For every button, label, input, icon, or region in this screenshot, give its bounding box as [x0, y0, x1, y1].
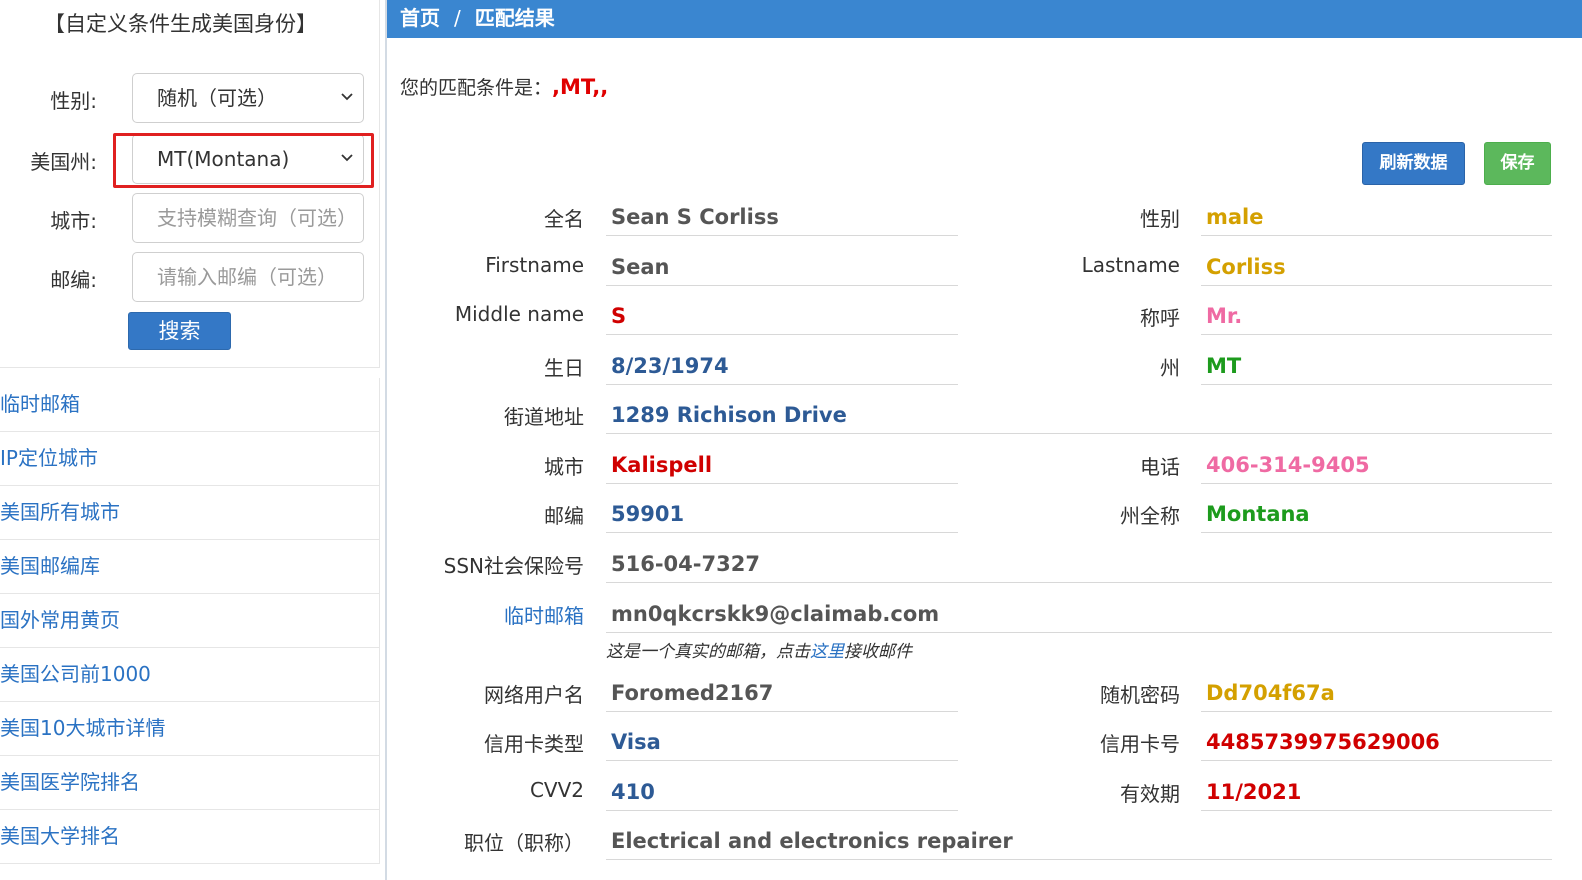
- cvv2-label: CVV2: [529, 778, 584, 802]
- breadcrumb-separator: /: [454, 6, 461, 30]
- city-row: 城市: 支持模糊查询（可选）: [0, 193, 380, 245]
- password-value: Dd704f67a: [1201, 676, 1552, 712]
- email-value: mn0qkcrskk9@claimab.com: [606, 597, 1552, 633]
- email-label-link[interactable]: 临时邮箱: [504, 600, 584, 629]
- birthday-label: 生日: [544, 356, 584, 380]
- state-field-label: 州: [1160, 356, 1180, 380]
- job-value: Electrical and electronics repairer: [606, 824, 1552, 860]
- sidebar-link-ip-city[interactable]: IP定位城市: [0, 432, 379, 486]
- state-full-value: Montana: [1201, 497, 1552, 533]
- sidebar-link-top-cities[interactable]: 美国10大城市详情: [0, 702, 379, 756]
- email-note-prefix: 这是一个真实的邮箱，点击: [606, 642, 810, 662]
- main-content: 首页 / 匹配结果 您的匹配条件是：,MT,, 刷新数据 保存 全名 Sean S …: [387, 0, 1582, 880]
- match-condition-value: ,MT,,: [552, 75, 609, 99]
- chevron-down-icon: [341, 93, 353, 101]
- match-condition-label: 您的匹配条件是：: [400, 77, 553, 99]
- sidebar-link-top-companies[interactable]: 美国公司前1000: [0, 648, 379, 702]
- refresh-button[interactable]: 刷新数据: [1362, 142, 1465, 185]
- street-label: 街道地址: [504, 405, 584, 429]
- gender-field-value: male: [1201, 200, 1552, 236]
- phone-value: 406-314-9405: [1201, 448, 1552, 484]
- gender-select-value: 随机（可选）: [157, 86, 277, 110]
- fullname-value: Sean S Corliss: [606, 200, 958, 236]
- fullname-label: 全名: [544, 207, 584, 231]
- zip-input[interactable]: 请输入邮编（可选）: [132, 252, 364, 302]
- middlename-label: Middle name: [454, 302, 584, 326]
- sidebar-link-yellow-pages[interactable]: 国外常用黄页: [0, 594, 379, 648]
- email-note: 这是一个真实的邮箱，点击这里接收邮件: [606, 637, 912, 662]
- expiry-label: 有效期: [1120, 782, 1180, 806]
- breadcrumb-home[interactable]: 首页: [400, 6, 440, 30]
- zip-field-label: 邮编: [544, 504, 584, 528]
- breadcrumb-current: 匹配结果: [474, 6, 555, 30]
- middlename-value: S: [606, 299, 958, 335]
- city-field-value: Kalispell: [606, 448, 958, 484]
- state-label: 美国州:: [30, 150, 97, 174]
- title-value: Mr.: [1201, 299, 1552, 335]
- birthday-value: 8/23/1974: [606, 349, 958, 385]
- sidebar-link-universities[interactable]: 美国大学排名: [0, 810, 379, 864]
- state-field-value: MT: [1201, 349, 1552, 385]
- save-button[interactable]: 保存: [1484, 142, 1551, 185]
- state-full-label: 州全称: [1120, 504, 1180, 528]
- phone-label: 电话: [1140, 455, 1180, 479]
- sidebar: 【自定义条件生成美国身份】 性别: 随机（可选） 美国州: MT(Montana…: [0, 0, 380, 880]
- breadcrumb: 首页 / 匹配结果: [387, 0, 1582, 38]
- gender-label: 性别:: [50, 89, 97, 113]
- sidebar-links: 临时邮箱 IP定位城市 美国所有城市 美国邮编库 国外常用黄页 美国公司前100…: [0, 378, 380, 864]
- gender-row: 性别: 随机（可选）: [0, 73, 380, 125]
- ssn-value: 516-04-7327: [606, 547, 1552, 583]
- card-type-value: Visa: [606, 725, 958, 761]
- card-number-value: 4485739975629006: [1201, 725, 1552, 761]
- match-condition: 您的匹配条件是：,MT,,: [400, 70, 608, 104]
- ssn-label: SSN社会保险号: [443, 554, 584, 578]
- firstname-value: Sean: [606, 250, 958, 286]
- city-input[interactable]: 支持模糊查询（可选）: [132, 193, 364, 243]
- gender-select[interactable]: 随机（可选）: [132, 73, 364, 123]
- lastname-value: Corliss: [1201, 250, 1552, 286]
- title-label: 称呼: [1140, 306, 1180, 330]
- page-root: 【自定义条件生成美国身份】 性别: 随机（可选） 美国州: MT(Montana…: [0, 0, 1582, 880]
- email-note-link[interactable]: 这里: [810, 642, 844, 662]
- username-value: Foromed2167: [606, 676, 958, 712]
- state-highlight-box: [113, 133, 374, 188]
- email-note-suffix: 接收邮件: [844, 642, 912, 662]
- job-label: 职位（职称）: [464, 831, 584, 855]
- sidebar-link-medical-schools[interactable]: 美国医学院排名: [0, 756, 379, 810]
- city-label: 城市:: [50, 209, 97, 233]
- sidebar-link-zip-db[interactable]: 美国邮编库: [0, 540, 379, 594]
- sidebar-link-all-cities[interactable]: 美国所有城市: [0, 486, 379, 540]
- firstname-label: Firstname: [485, 253, 584, 277]
- form-title: 【自定义条件生成美国身份】: [44, 12, 317, 36]
- password-label: 随机密码: [1100, 683, 1180, 707]
- sidebar-link-temp-mail[interactable]: 临时邮箱: [0, 378, 379, 432]
- zip-row: 邮编: 请输入邮编（可选）: [0, 252, 380, 304]
- search-form-panel: 【自定义条件生成美国身份】 性别: 随机（可选） 美国州: MT(Montana…: [0, 0, 380, 368]
- zip-field-value: 59901: [606, 497, 958, 533]
- gender-field-label: 性别: [1140, 207, 1180, 231]
- cvv2-value: 410: [606, 775, 958, 811]
- expiry-value: 11/2021: [1201, 775, 1552, 811]
- city-field-label: 城市: [544, 455, 584, 479]
- username-label: 网络用户名: [484, 683, 584, 707]
- search-button[interactable]: 搜索: [128, 312, 231, 350]
- zip-label: 邮编:: [50, 268, 97, 292]
- lastname-label: Lastname: [1081, 253, 1180, 277]
- card-type-label: 信用卡类型: [484, 732, 584, 756]
- card-number-label: 信用卡号: [1100, 732, 1180, 756]
- street-value: 1289 Richison Drive: [606, 398, 1552, 434]
